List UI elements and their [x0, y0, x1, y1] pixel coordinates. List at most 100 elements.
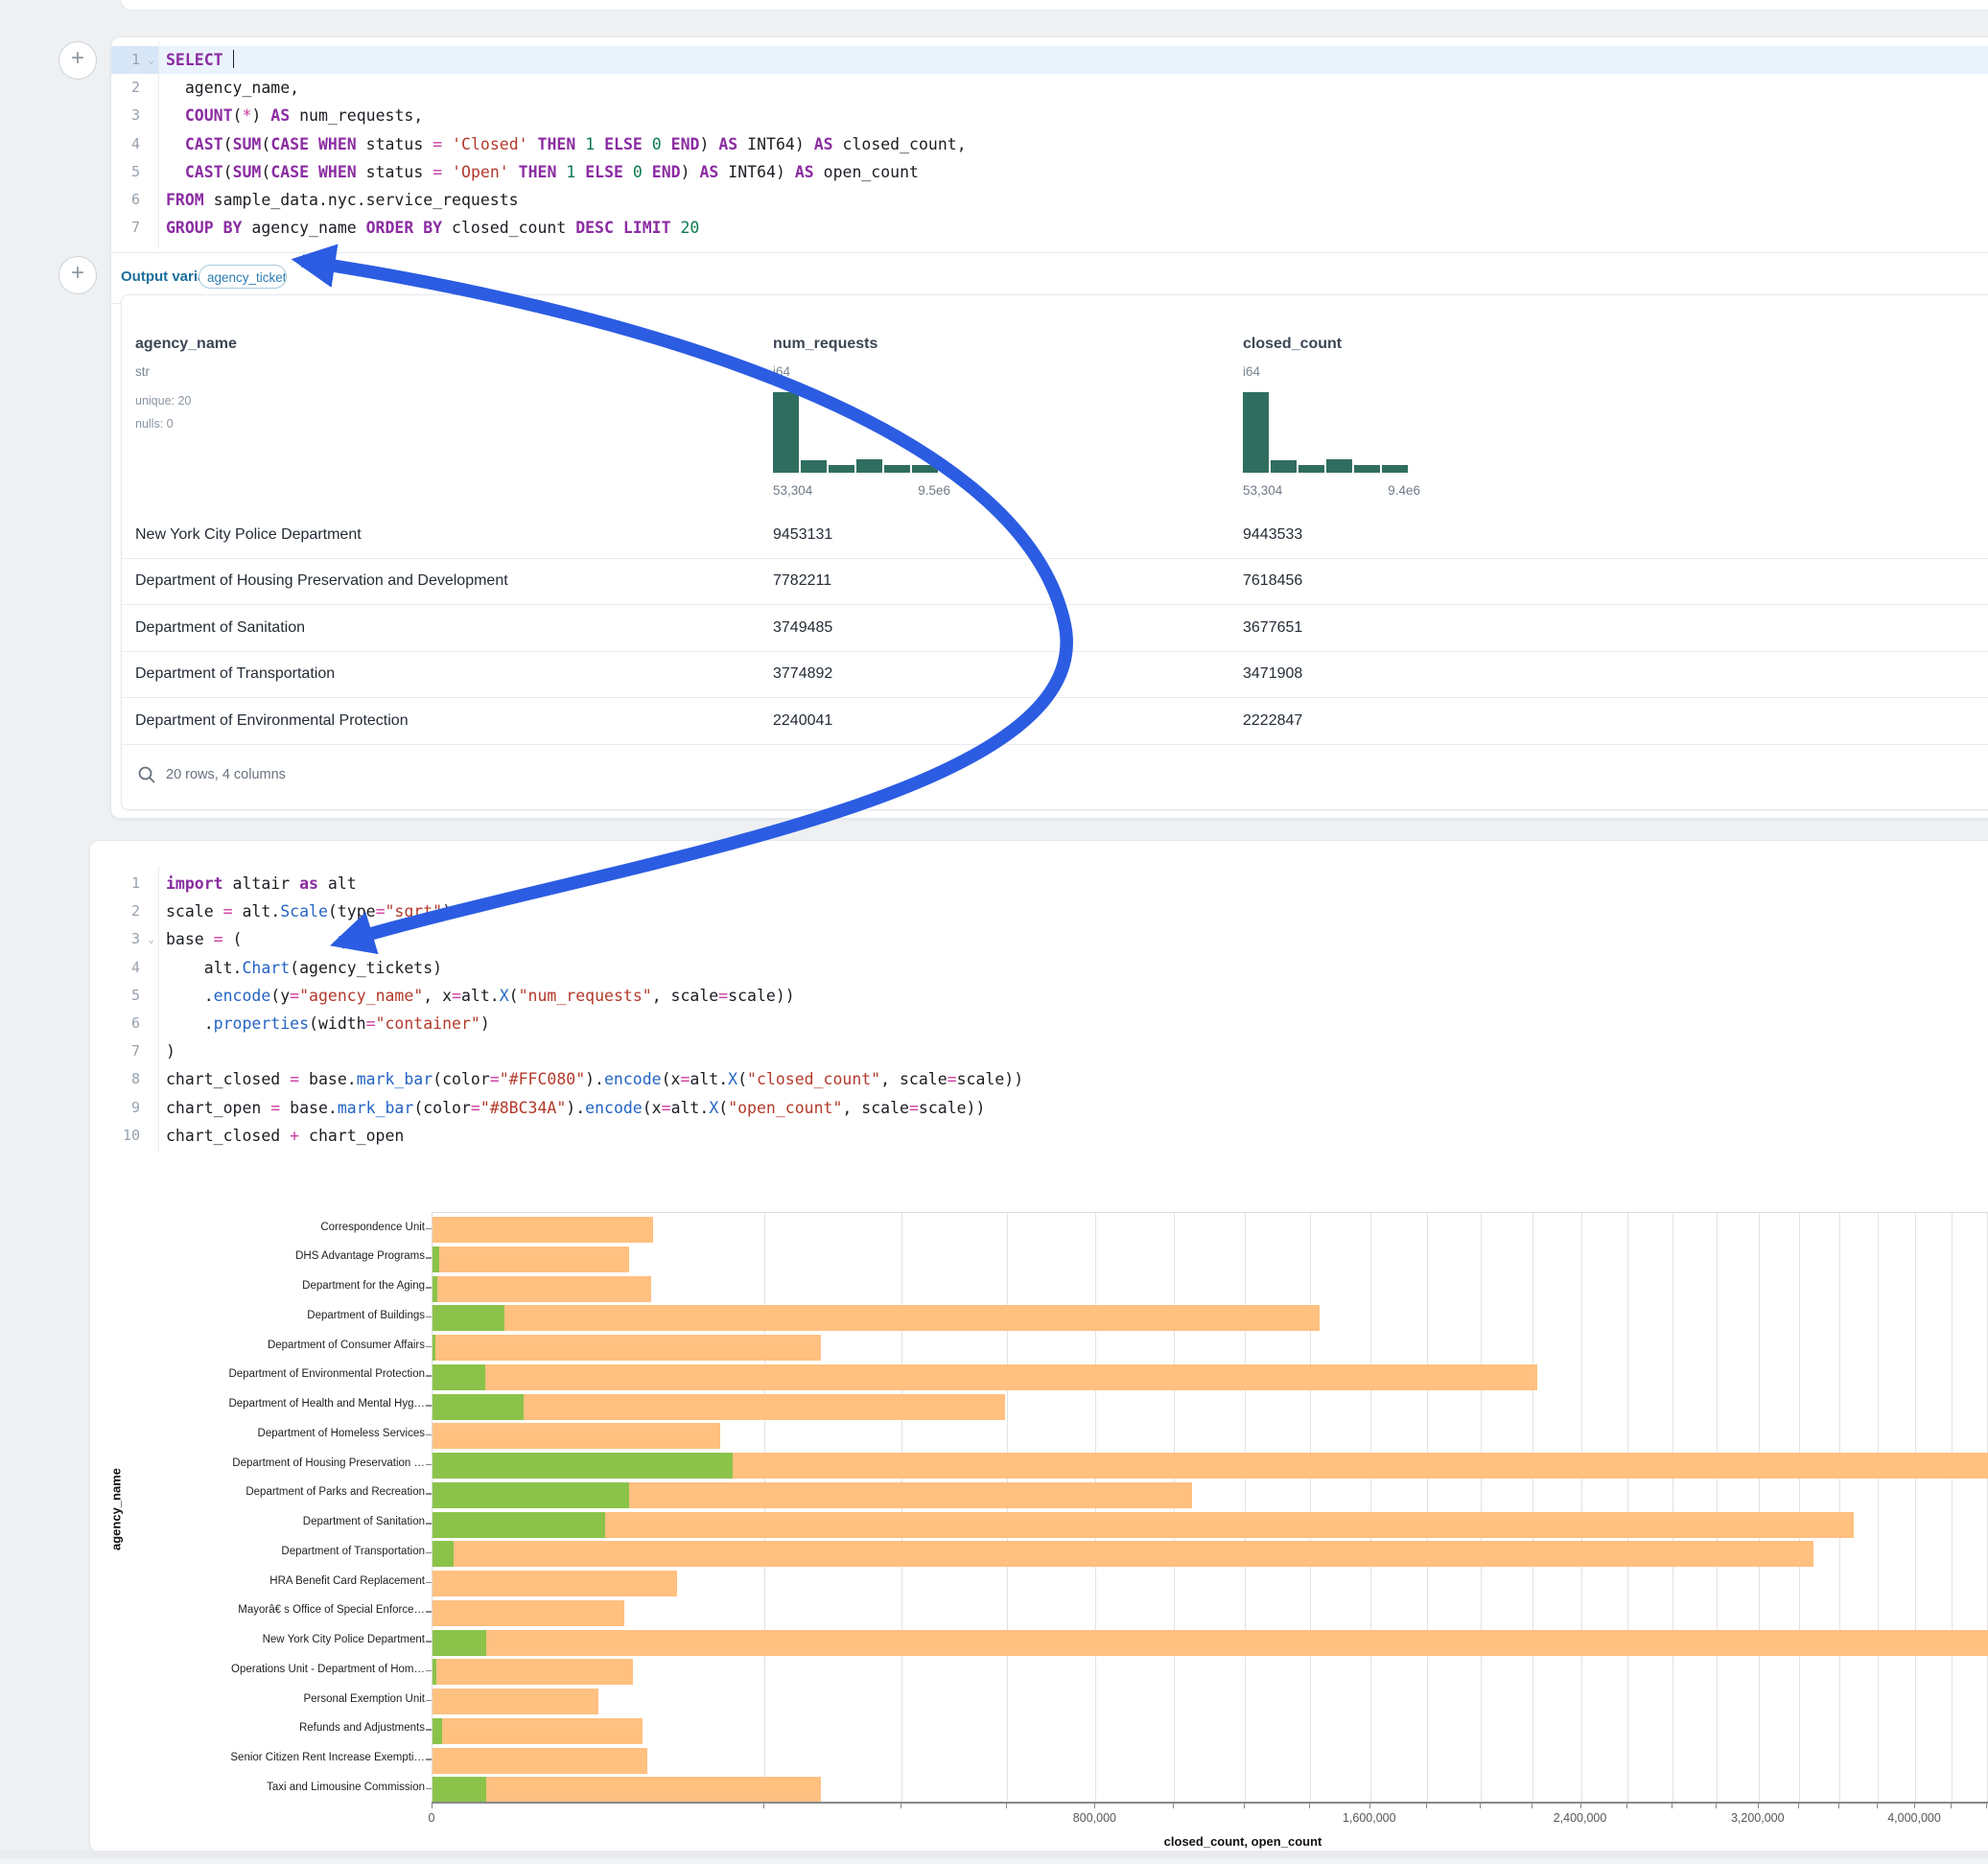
code-text: alt.Chart(agency_tickets) — [166, 954, 442, 982]
bar-open-count — [433, 1482, 629, 1508]
code-text: agency_name, — [166, 74, 299, 102]
previous-cell-edge — [120, 0, 1988, 11]
code-line-1[interactable]: 1 import altair as alt — [111, 870, 1988, 897]
y-axis-label: New York City Police Department — [263, 1634, 425, 1645]
code-line-7[interactable]: 7 GROUP BY agency_name ORDER BY closed_co… — [111, 214, 1988, 242]
line-number: 6 — [111, 1010, 157, 1037]
line-number: 2 — [111, 74, 157, 102]
line-number: 7 — [111, 214, 157, 242]
code-text: SELECT — [166, 46, 234, 74]
histogram-bar — [1298, 465, 1324, 473]
gridline — [1532, 1213, 1533, 1802]
column-type-agency-name: str — [135, 364, 150, 379]
x-axis-tick — [1986, 1803, 1987, 1808]
bar-closed-count — [433, 1718, 643, 1744]
code-line-3[interactable]: 3⌄base = ( — [111, 925, 1988, 953]
x-axis-tick-label: 2,400,000 — [1554, 1811, 1607, 1825]
code-text: .properties(width="container") — [166, 1010, 490, 1037]
code-text: chart_closed = base.mark_bar(color="#FFC… — [166, 1065, 1023, 1093]
bar-closed-count — [433, 1217, 653, 1243]
line-number: 9 — [111, 1094, 157, 1122]
y-axis-label: HRA Benefit Card Replacement — [269, 1575, 425, 1587]
search-icon[interactable] — [137, 765, 156, 784]
code-line-5[interactable]: 5 CAST(SUM(CASE WHEN status = 'Open' THE… — [111, 158, 1988, 186]
code-text: scale = alt.Scale(type="sqrt") — [166, 897, 452, 925]
gridline — [1370, 1213, 1371, 1802]
y-axis-label: Department of Parks and Recreation — [246, 1486, 425, 1498]
x-axis-tick — [1173, 1803, 1174, 1808]
x-axis-tick-label: 0 — [429, 1811, 435, 1825]
bar-open-count — [433, 1630, 486, 1656]
output-variable-pill[interactable]: agency_tickets — [199, 265, 287, 289]
bar-open-count — [433, 1247, 439, 1272]
histogram-bar — [1382, 465, 1408, 473]
bar-open-count — [433, 1305, 504, 1331]
code-line-2[interactable]: 2 agency_name, — [111, 74, 1988, 102]
line-number: 8 — [111, 1065, 157, 1093]
bar-closed-count — [433, 1571, 677, 1596]
code-line-6[interactable]: 6 .properties(width="container") — [111, 1010, 1988, 1037]
y-axis-label: Correspondence Unit — [320, 1222, 425, 1233]
code-line-6[interactable]: 6FROM sample_data.nyc.service_requests — [111, 186, 1988, 214]
table-cell: 2222847 — [1229, 712, 1988, 730]
code-line-2[interactable]: 2scale = alt.Scale(type="sqrt") — [111, 897, 1988, 925]
hist-max-label: 9.4e6 — [1388, 483, 1420, 498]
dataframe-table: agency_name str unique: 20 nulls: 0 num_… — [121, 294, 1988, 810]
line-number: 5 — [111, 158, 157, 186]
code-line-1[interactable]: 1⌄ SELECT — [111, 46, 1988, 74]
x-axis-tick — [1716, 1803, 1717, 1808]
histogram-labels-closed-count: 53,304 9.4e6 — [1243, 483, 1420, 498]
histogram-bar — [773, 392, 799, 473]
histogram-labels-num-requests: 53,304 9.5e6 — [773, 483, 950, 498]
bar-open-count — [433, 1276, 437, 1302]
code-line-8[interactable]: 8 chart_closed = base.mark_bar(color="#FF… — [111, 1065, 1988, 1093]
table-cell: Department of Housing Preservation and D… — [122, 572, 760, 590]
line-number: 1⌄ — [111, 46, 157, 74]
code-line-9[interactable]: 9chart_open = base.mark_bar(color="#8BC3… — [111, 1094, 1988, 1122]
bar-open-count — [433, 1364, 485, 1390]
python-editor[interactable]: 1 import altair as alt2scale = alt.Scale(… — [111, 870, 1988, 1150]
histogram-bar — [856, 459, 882, 473]
x-axis-tick-label: 800,000 — [1073, 1811, 1116, 1825]
table-row: New York City Police Department945313194… — [122, 512, 1988, 559]
code-line-5[interactable]: 5 .encode(y="agency_name", x=alt.X("num_… — [111, 982, 1988, 1010]
line-number: 10 — [111, 1122, 157, 1150]
line-number: 4 — [111, 954, 157, 982]
code-line-10[interactable]: 10 chart_closed + chart_open — [111, 1122, 1988, 1150]
code-text: import altair as alt — [166, 870, 357, 897]
gridline — [1627, 1213, 1628, 1802]
add-cell-button-output[interactable]: + — [58, 256, 97, 294]
code-text: chart_closed + chart_open — [166, 1122, 404, 1150]
bar-closed-count — [433, 1276, 651, 1302]
table-cell: Department of Transportation — [122, 665, 760, 683]
histogram-closed-count — [1243, 392, 1408, 473]
column-header-num-requests: num_requests — [773, 336, 877, 353]
line-number: 1 — [111, 870, 157, 897]
line-number: 7 — [111, 1037, 157, 1065]
bar-closed-count — [433, 1659, 633, 1685]
code-text: GROUP BY agency_name ORDER BY closed_cou… — [166, 214, 699, 242]
add-cell-button-top[interactable]: + — [58, 41, 97, 80]
code-line-3[interactable]: 3 COUNT(*) AS num_requests, — [111, 102, 1988, 129]
bar-closed-count — [433, 1541, 1813, 1567]
line-number: 6 — [111, 186, 157, 214]
table-cell: 9453131 — [760, 526, 1229, 544]
text-cursor — [233, 50, 235, 68]
gridline — [1759, 1213, 1760, 1802]
table-row: Department of Housing Preservation and D… — [122, 559, 1988, 606]
histogram-bar — [1271, 460, 1297, 473]
bar-closed-count — [433, 1512, 1854, 1538]
sql-editor[interactable]: 1⌄ SELECT 2 agency_name,3 COUNT(*) AS num… — [111, 46, 1988, 243]
fold-chevron-icon[interactable]: ⌄ — [148, 46, 154, 74]
x-axis-tick — [1758, 1803, 1759, 1808]
code-line-4[interactable]: 4 alt.Chart(agency_tickets) — [111, 954, 1988, 982]
table-cell: 7618456 — [1229, 572, 1988, 590]
y-axis-label: Department of Sanitation — [303, 1516, 425, 1527]
notebook-page: 1⌄SELECT 2 agency_name,3 COUNT(*) AS num… — [0, 0, 1988, 1864]
x-axis-title: closed_count, open_count — [1164, 1834, 1322, 1849]
fold-chevron-icon[interactable]: ⌄ — [148, 925, 154, 953]
code-line-7[interactable]: 7) — [111, 1037, 1988, 1065]
code-line-4[interactable]: 4 CAST(SUM(CASE WHEN status = 'Closed' T… — [111, 130, 1988, 158]
y-axis-label: Senior Citizen Rent Increase Exempti… — [230, 1752, 425, 1763]
bar-open-count — [433, 1718, 442, 1744]
